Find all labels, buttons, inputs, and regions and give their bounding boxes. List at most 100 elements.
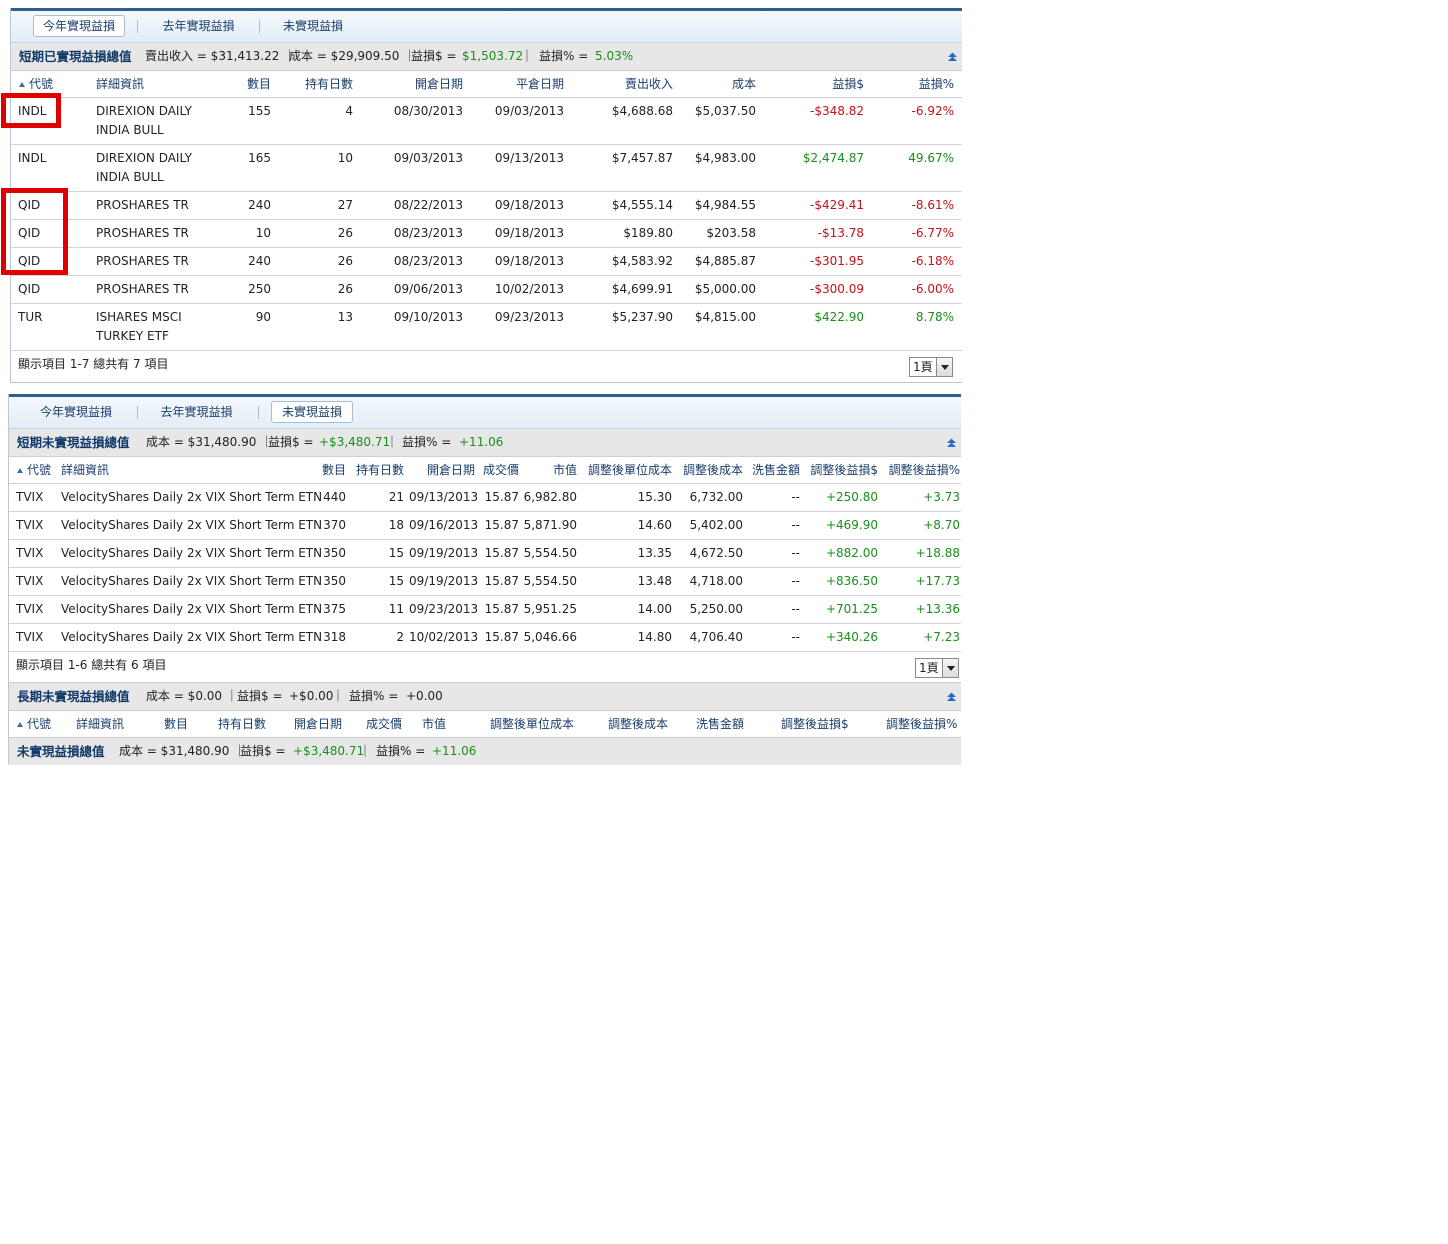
col-detail[interactable]: 詳細資訊	[96, 71, 144, 97]
col-market-value[interactable]: 市值	[422, 711, 446, 737]
col-open-date[interactable]: 開倉日期	[294, 711, 342, 737]
cell-proceeds: $7,457.87	[611, 151, 673, 165]
tab-last-year-realized[interactable]: 去年實現益損	[151, 16, 246, 36]
cell-price: 15.87	[484, 574, 519, 588]
col-adj-pl-dollar[interactable]: 調整後益損$	[781, 711, 849, 737]
tab-unrealized[interactable]: 未實現益損	[271, 401, 353, 423]
tab-this-year-realized[interactable]: 今年實現益損	[33, 15, 125, 37]
dropdown-arrow-icon[interactable]	[942, 659, 958, 677]
collapse-icon[interactable]	[946, 437, 957, 448]
col-symbol[interactable]: 代號	[17, 457, 51, 483]
cell-quantity: 10	[255, 226, 271, 240]
cell-detail-line2: INDIA BULL	[96, 123, 164, 137]
dropdown-arrow-icon[interactable]	[936, 358, 952, 376]
col-detail[interactable]: 詳細資訊	[76, 711, 124, 737]
cell-symbol: TVIX	[16, 546, 44, 560]
cell-quantity: 440	[323, 490, 346, 504]
col-cost[interactable]: 成本	[674, 71, 756, 97]
collapse-icon[interactable]	[946, 691, 957, 702]
collapse-icon[interactable]	[947, 51, 958, 62]
tab-this-year-realized[interactable]: 今年實現益損	[31, 402, 121, 422]
summary-separator: ｜	[359, 744, 372, 758]
cell-open-date: 08/23/2013	[393, 226, 463, 240]
cell-detail-line1: PROSHARES TR	[96, 226, 189, 240]
col-quantity[interactable]: 數目	[211, 71, 271, 97]
col-adj-unit-cost[interactable]: 調整後單位成本	[577, 457, 672, 483]
cell-market-value: 5,554.50	[523, 574, 577, 588]
summary-pct-value: 5.03%	[595, 49, 634, 63]
cell-detail: VelocityShares Daily 2x VIX Short Term E…	[61, 490, 323, 504]
cell-adj-pl-dollar: +836.50	[825, 574, 878, 588]
summary-title: 長期未實現益損總值	[17, 689, 130, 704]
col-close-date[interactable]: 平倉日期	[483, 71, 564, 97]
summary-pl-value: +$3,480.71	[319, 435, 391, 449]
summary-cost: 成本 = $29,909.50 ｜	[289, 49, 416, 63]
page-select-value: 1頁	[913, 360, 933, 374]
col-quantity[interactable]: 數目	[164, 711, 188, 737]
summary-cost: 成本 = $31,480.90 ｜	[146, 435, 273, 449]
col-adj-cost[interactable]: 調整後成本	[672, 457, 743, 483]
cell-adj-cost: 4,718.00	[689, 574, 743, 588]
col-adj-pl-dollar[interactable]: 調整後益損$	[800, 457, 878, 483]
tab-unrealized[interactable]: 未實現益損	[273, 16, 353, 36]
cell-proceeds: $4,699.91	[611, 282, 673, 296]
col-adj-pl-pct[interactable]: 調整後益損%	[878, 457, 960, 483]
cell-symbol: TVIX	[16, 630, 44, 644]
col-price[interactable]: 成交價	[366, 711, 402, 737]
cell-wash-sale: --	[791, 490, 800, 504]
table-row: TVIX VelocityShares Daily 2x VIX Short Te…	[9, 512, 961, 540]
col-open-date[interactable]: 開倉日期	[409, 457, 475, 483]
page-select[interactable]: 1頁	[915, 658, 959, 678]
col-adj-unit-cost[interactable]: 調整後單位成本	[490, 711, 574, 737]
col-open-date[interactable]: 開倉日期	[383, 71, 463, 97]
cell-open-date: 09/06/2013	[393, 282, 463, 296]
unrealized-rows: TVIX VelocityShares Daily 2x VIX Short Te…	[9, 484, 961, 652]
summary-title: 未實現益損總值	[17, 744, 105, 759]
cell-pl-dollar: $2,474.87	[802, 151, 864, 165]
cell-pl-pct: -6.18%	[911, 254, 954, 268]
cell-days-held: 2	[396, 630, 404, 644]
cell-cost: $4,983.00	[694, 151, 756, 165]
col-adj-cost[interactable]: 調整後成本	[608, 711, 668, 737]
cell-open-date: 09/19/2013	[409, 546, 479, 560]
tab-bar: 今年實現益損 去年實現益損 未實現益損	[11, 11, 962, 43]
summary-pl-value: $1,503.72	[462, 49, 524, 63]
short-term-unrealized-summary: 短期未實現益損總值 成本 = $31,480.90 ｜ 益損$ = +$3,48…	[9, 429, 961, 457]
cell-days-held: 27	[337, 198, 353, 212]
cell-open-date: 09/19/2013	[409, 574, 479, 588]
cell-proceeds: $189.80	[623, 226, 673, 240]
col-wash-sale[interactable]: 洗售金額	[743, 457, 800, 483]
col-pl-dollar[interactable]: 益損$	[781, 71, 864, 97]
summary-pl-label: 益損$ =	[411, 49, 457, 63]
cell-proceeds: $4,555.14	[611, 198, 673, 212]
table-row: TUR 90 13 09/10/2013 09/23/2013 $5,237.90 $4,8…	[11, 304, 962, 351]
cell-detail: VelocityShares Daily 2x VIX Short Term E…	[61, 602, 323, 616]
total-unrealized-summary: 未實現益損總值 成本 = $31,480.90 ｜ 益損$ = +$3,480.…	[9, 738, 961, 765]
col-pl-pct[interactable]: 益損%	[871, 71, 954, 97]
col-quantity[interactable]: 數目	[299, 457, 346, 483]
summary-pct-label: 益損% =	[376, 744, 426, 758]
col-wash-sale[interactable]: 洗售金額	[696, 711, 744, 737]
col-proceeds[interactable]: 賣出收入	[591, 71, 673, 97]
col-days-held[interactable]: 持有日數	[218, 711, 266, 737]
cell-pl-pct: -8.61%	[911, 198, 954, 212]
long-table-header: 代號 詳細資訊 數目 持有日數 開倉日期 成交價 市值 調整後單位成本 調整後成…	[9, 711, 961, 738]
cell-market-value: 5,871.90	[523, 518, 577, 532]
col-days-held[interactable]: 持有日數	[273, 71, 353, 97]
col-price[interactable]: 成交價	[475, 457, 519, 483]
col-symbol[interactable]: 代號	[17, 711, 51, 737]
cell-close-date: 09/23/2013	[494, 310, 564, 324]
table-row: TVIX VelocityShares Daily 2x VIX Short Te…	[9, 540, 961, 568]
tab-last-year-realized[interactable]: 去年實現益損	[149, 402, 244, 422]
page-select[interactable]: 1頁	[909, 357, 953, 377]
col-days-held[interactable]: 持有日數	[349, 457, 404, 483]
cell-detail-line1: DIREXION DAILY	[96, 104, 192, 118]
summary-separator: ｜	[386, 435, 399, 449]
cell-close-date: 09/18/2013	[494, 226, 564, 240]
sort-asc-icon	[19, 82, 25, 87]
table-footer: 顯示項目 1-6 總共有 6 項目 1頁	[9, 652, 961, 683]
col-market-value[interactable]: 市值	[519, 457, 577, 483]
summary-cost: 成本 = $31,480.90 ｜	[119, 744, 246, 758]
col-detail[interactable]: 詳細資訊	[61, 457, 109, 483]
col-adj-pl-pct[interactable]: 調整後益損%	[886, 711, 957, 737]
